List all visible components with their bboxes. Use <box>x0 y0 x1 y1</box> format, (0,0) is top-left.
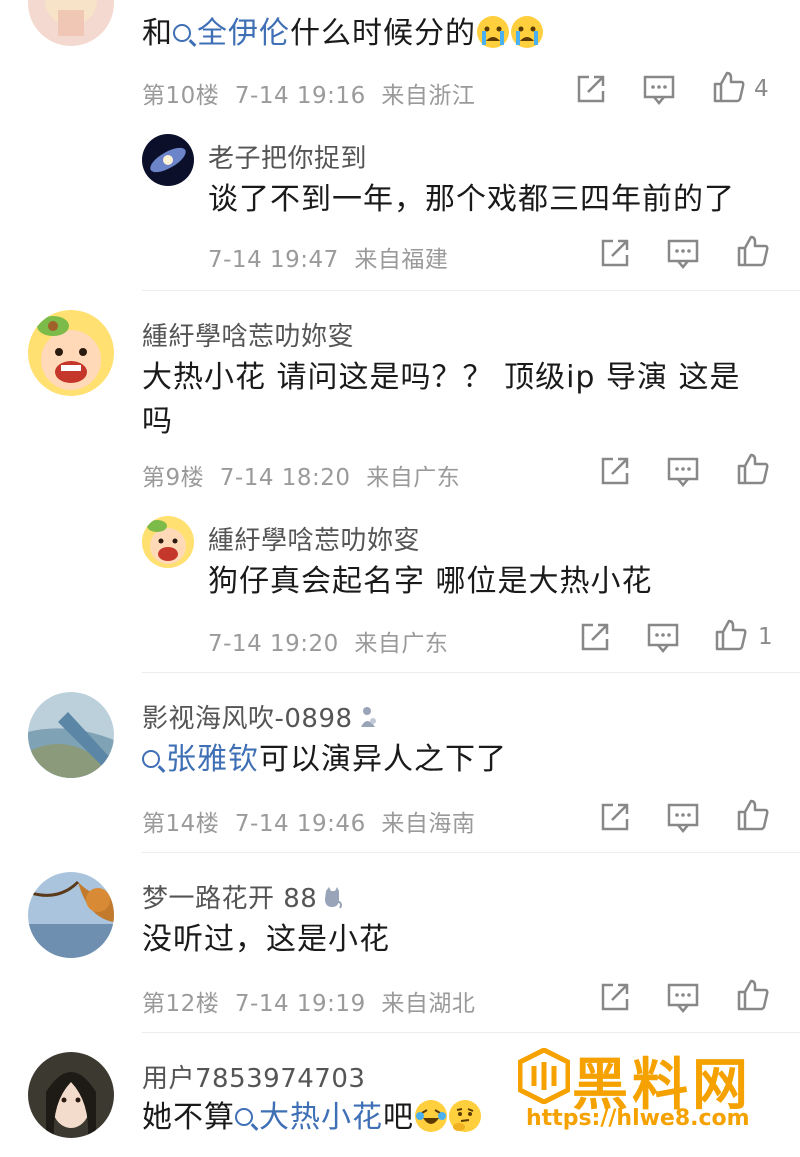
user-avatar[interactable] <box>28 692 114 778</box>
comment-text: 张雅钦可以演异人之下了 <box>142 738 507 782</box>
divider <box>142 672 800 673</box>
username[interactable]: 緟紆學唅莣叻妳叜 <box>142 316 354 353</box>
topic-link[interactable]: 张雅钦 <box>142 742 259 777</box>
share-icon[interactable] <box>598 236 632 270</box>
user-avatar[interactable] <box>28 310 114 396</box>
comment-meta: 第9楼 7-14 18:20 来自广东 <box>142 465 461 491</box>
crying-face-icon <box>477 16 509 48</box>
user-avatar[interactable] <box>28 1052 114 1138</box>
user-avatar[interactable] <box>28 0 114 46</box>
laughing-crying-face-icon <box>415 1100 447 1132</box>
like-count: 4 <box>754 76 769 102</box>
share-icon[interactable] <box>598 980 632 1014</box>
user-avatar[interactable] <box>142 516 194 568</box>
user-avatar[interactable] <box>142 134 194 186</box>
divider <box>142 290 800 291</box>
reply-icon[interactable] <box>642 72 676 106</box>
topic-link[interactable]: 大热小花 <box>235 1100 383 1135</box>
username[interactable]: 緟紆學唅莣叻妳叜 <box>208 520 420 557</box>
username[interactable]: 梦一路花开 88 <box>142 878 343 915</box>
share-icon[interactable] <box>578 620 612 654</box>
reply-icon[interactable] <box>666 800 700 834</box>
comment-meta: 第10楼 7-14 19:16 来自浙江 <box>142 83 476 109</box>
share-icon[interactable] <box>574 72 608 106</box>
watermark: 黑料网 https://hlwe8.com <box>514 1040 784 1150</box>
comment-text: 狗仔真会起名字 哪位是大热小花 <box>208 564 653 599</box>
like-icon[interactable] <box>714 618 748 652</box>
like-icon[interactable] <box>736 798 770 832</box>
like-icon[interactable] <box>736 452 770 486</box>
divider <box>142 852 800 853</box>
reply-icon[interactable] <box>646 620 680 654</box>
comment-meta: 7-14 19:47 来自福建 <box>208 247 449 273</box>
share-icon[interactable] <box>598 800 632 834</box>
comment-text: 她不算 大热小花吧 <box>142 1096 482 1140</box>
search-icon <box>235 1108 253 1126</box>
search-icon <box>173 24 191 42</box>
username[interactable]: 影视海风吹-0898 <box>142 698 379 735</box>
share-icon[interactable] <box>598 454 632 488</box>
watermark-logo-icon <box>518 1048 570 1104</box>
comment-text: 和全伊伦什么时候分的 <box>142 12 544 56</box>
comment-meta: 第14楼 7-14 19:46 来自海南 <box>142 811 476 837</box>
comment-text-line2: 吗 <box>142 404 173 439</box>
reply-icon[interactable] <box>666 454 700 488</box>
divider <box>142 1032 800 1033</box>
comment-text: 谈了不到一年，那个戏都三四年前的了 <box>208 182 735 217</box>
like-icon[interactable] <box>736 234 770 268</box>
comment-text: 没听过，这是小花 <box>142 922 390 957</box>
comment-text-line1: 大热小花 请问这是吗？？ 顶级ip 导演 这是 <box>142 360 741 395</box>
user-avatar[interactable] <box>28 872 114 958</box>
search-icon <box>142 750 160 768</box>
comment-meta: 第12楼 7-14 19:19 来自湖北 <box>142 991 476 1017</box>
topic-link[interactable]: 全伊伦 <box>173 16 290 51</box>
crying-face-icon <box>511 16 543 48</box>
comment-meta: 7-14 19:20 来自广东 <box>208 631 449 657</box>
thinking-face-icon <box>449 1100 481 1132</box>
member-badge-icon <box>325 887 343 909</box>
like-icon[interactable] <box>712 70 746 104</box>
like-icon[interactable] <box>736 978 770 1012</box>
like-count: 1 <box>758 624 773 650</box>
username[interactable]: 老子把你捉到 <box>208 138 367 175</box>
watermark-url: https://hlwe8.com <box>526 1106 750 1131</box>
username[interactable]: 用户7853974703 <box>142 1058 365 1095</box>
reply-icon[interactable] <box>666 980 700 1014</box>
reply-icon[interactable] <box>666 236 700 270</box>
member-badge-icon <box>360 707 376 727</box>
